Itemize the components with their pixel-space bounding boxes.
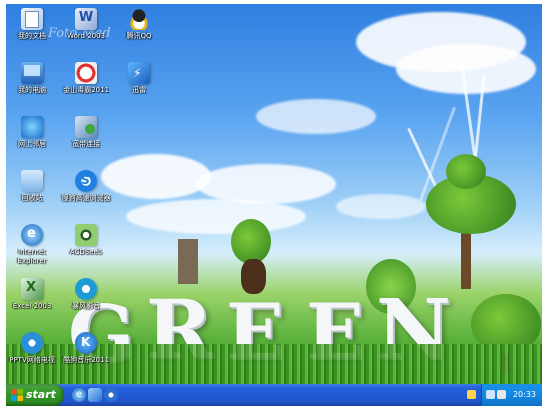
my-documents-icon (21, 8, 43, 30)
desktop-icon-thunder[interactable]: ⚡ 迅雷 (109, 62, 169, 95)
security-tray-icon[interactable] (467, 390, 476, 399)
start-button[interactable]: start (6, 384, 64, 406)
icon-label: 网上邻居 (18, 140, 46, 148)
desktop-icon-broadband[interactable]: 宽带连接 (56, 116, 116, 149)
icon-label: 腾讯QQ (126, 32, 152, 40)
desktop-icon-network-places[interactable]: 网上邻居 (6, 116, 62, 149)
icon-label: ACDSee5 (69, 248, 103, 256)
show-desktop-icon[interactable] (88, 388, 102, 402)
kingsoft-antivirus-icon (75, 62, 97, 84)
desktop-icon-baofeng[interactable]: 暴风影音 (56, 278, 116, 311)
desktop-icon-kugou[interactable]: K 酷狗音乐2011 (56, 332, 116, 365)
media-player-icon[interactable] (104, 388, 118, 402)
windows-logo-icon (11, 389, 23, 401)
icon-label: PPTV网络电视 (9, 356, 55, 364)
sogou-browser-icon: S (75, 170, 97, 192)
start-label: start (26, 388, 56, 401)
broadband-connection-icon (75, 116, 97, 138)
icon-label: 我的电脑 (18, 86, 46, 94)
desktop-icon-my-computer[interactable]: 我的电脑 (6, 62, 62, 95)
taskbar: start e 20:33 (6, 384, 542, 406)
desktop[interactable]: G R E E N Foto Mad 我的文档 W Word 2003 腾讯QQ… (6, 4, 542, 406)
desktop-icon-pptv[interactable]: PPTV网络电视 (6, 332, 62, 365)
icon-label: 迅雷 (132, 86, 146, 94)
desktop-icon-excel[interactable]: X Excel 2003 (6, 278, 62, 311)
network-tray-icon[interactable] (486, 390, 495, 399)
qq-icon (128, 8, 150, 30)
internet-explorer-icon: e (21, 224, 43, 246)
desktop-icon-sogou[interactable]: S 搜狗高速浏览器 (56, 170, 116, 203)
volume-tray-icon[interactable] (497, 390, 506, 399)
icon-label: 我的文档 (18, 32, 46, 40)
baofeng-player-icon (75, 278, 97, 300)
desktop-icon-internet-explorer[interactable]: e Internet Explorer (6, 224, 62, 266)
desktop-icon-acdsee[interactable]: ACDSee5 (56, 224, 116, 257)
icon-label: 回收站 (21, 194, 43, 202)
desktop-icon-my-documents[interactable]: 我的文档 (6, 8, 62, 41)
recycle-bin-icon (21, 170, 43, 192)
icon-label: 暴风影音 (72, 302, 100, 310)
pptv-icon (21, 332, 43, 354)
system-tray: 20:33 (481, 384, 542, 406)
icon-label: Word 2003 (66, 32, 106, 40)
clock[interactable]: 20:33 (513, 384, 536, 406)
desktop-icon-qq[interactable]: 腾讯QQ (109, 8, 169, 41)
kugou-music-icon: K (75, 332, 97, 354)
desktop-icon-word[interactable]: W Word 2003 (56, 8, 116, 41)
icon-label: 宽带连接 (72, 140, 100, 148)
acdsee-icon (75, 224, 97, 246)
thunder-icon: ⚡ (128, 62, 150, 84)
desktop-icon-kingsoft[interactable]: 金山毒霸2011 (56, 62, 116, 95)
internet-explorer-icon[interactable]: e (72, 388, 86, 402)
desktop-icon-recycle-bin[interactable]: 回收站 (6, 170, 62, 203)
word-icon: W (75, 8, 97, 30)
icon-label: Internet Explorer (17, 248, 47, 265)
icon-label: 金山毒霸2011 (63, 86, 109, 94)
network-places-icon (21, 116, 43, 138)
icon-label: 酷狗音乐2011 (63, 356, 109, 364)
icon-label: 搜狗高速浏览器 (61, 194, 111, 202)
icon-label: Excel 2003 (12, 302, 52, 310)
excel-icon: X (21, 278, 43, 300)
my-computer-icon (21, 62, 43, 84)
